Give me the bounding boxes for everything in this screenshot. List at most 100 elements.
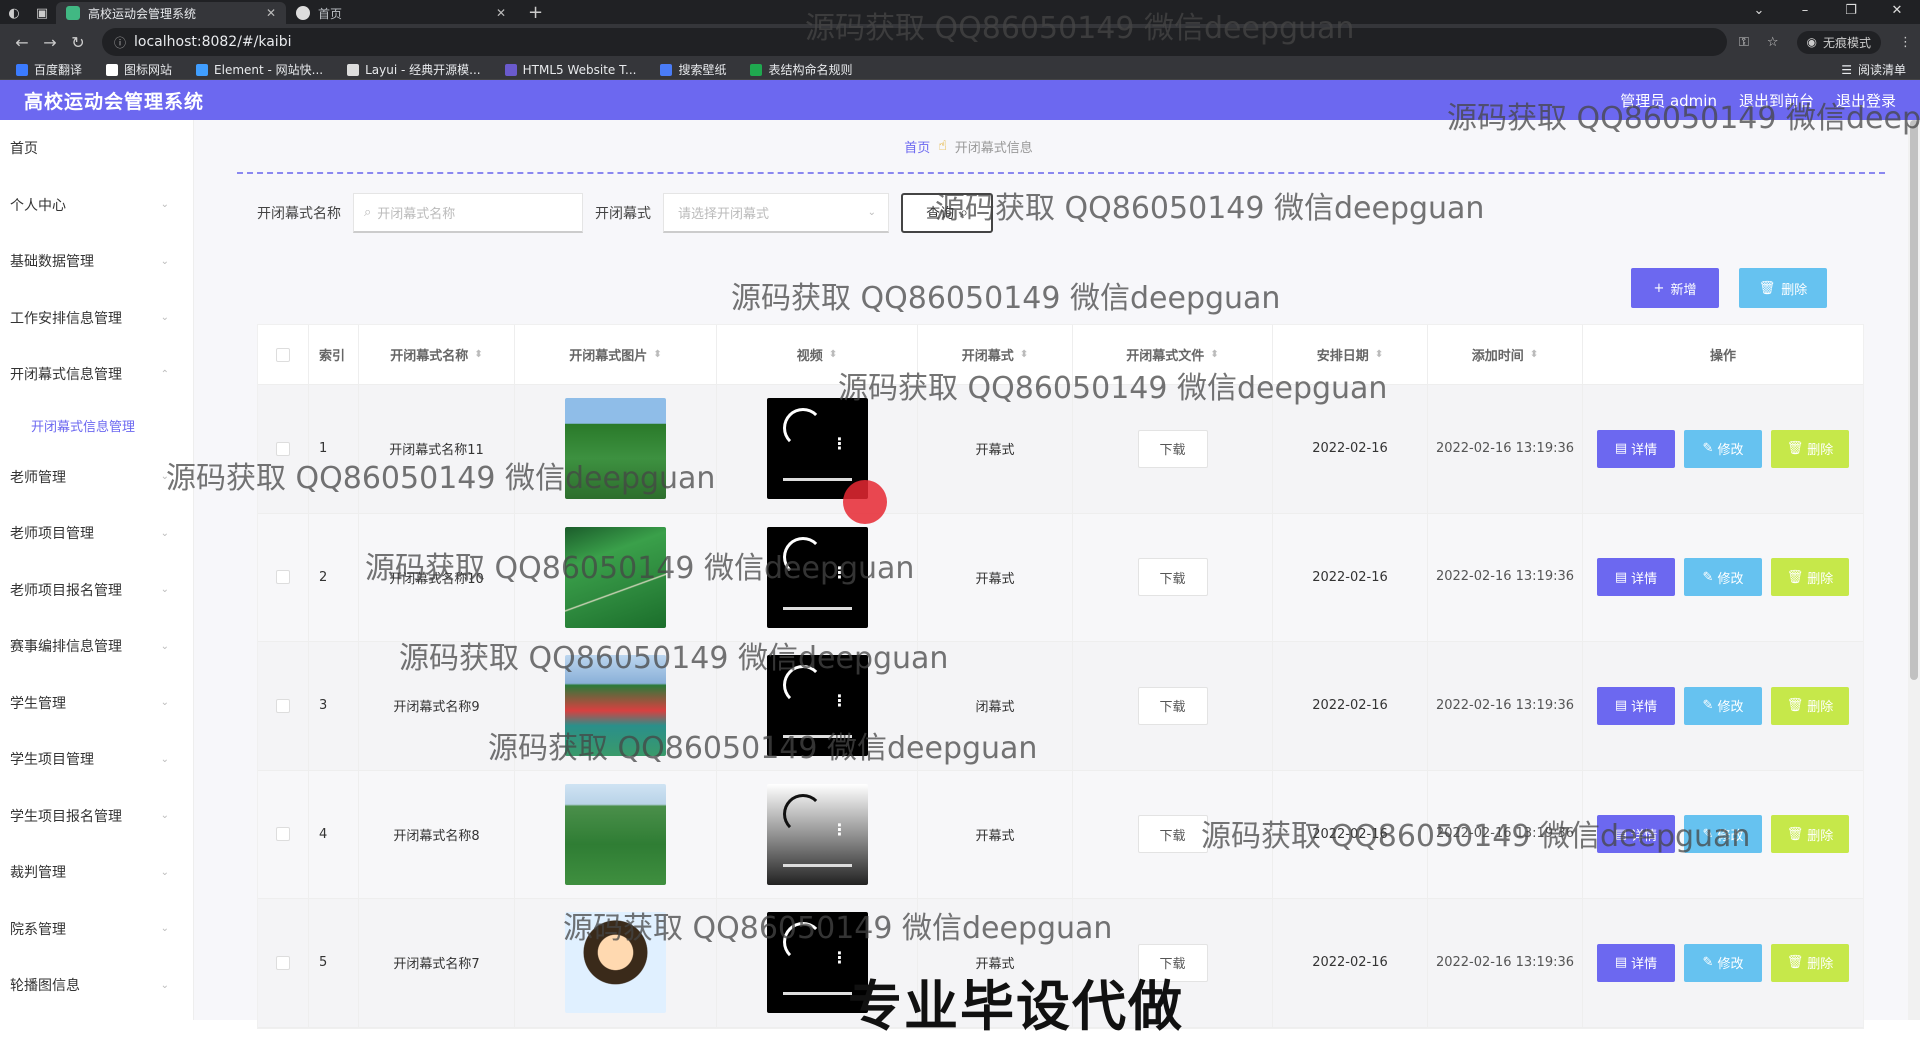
- video-progress-bar[interactable]: [782, 992, 852, 996]
- info-icon[interactable]: ⓘ: [114, 34, 126, 51]
- close-icon[interactable]: ✕: [496, 6, 506, 20]
- close-icon[interactable]: ✕: [266, 6, 276, 20]
- video-player[interactable]: ⋮: [766, 526, 868, 628]
- window-close-icon[interactable]: ✕: [1874, 0, 1920, 24]
- row-checkbox[interactable]: [258, 385, 309, 513]
- sidebar-item-home[interactable]: 首页: [0, 120, 193, 177]
- edit-button[interactable]: ✎ 修改: [1684, 686, 1762, 725]
- more-options-icon[interactable]: ⋮: [832, 948, 848, 967]
- col-file[interactable]: 开闭幕式文件 ⬍: [1073, 325, 1273, 384]
- sidebar-item-ceremony[interactable]: 开闭幕式信息管理 ⌃: [0, 346, 193, 403]
- more-options-icon[interactable]: ⋮: [832, 434, 848, 453]
- add-button[interactable]: + 新增: [1631, 268, 1719, 308]
- sidebar-item-teachers[interactable]: 老师管理 ⌄: [0, 449, 193, 506]
- key-icon[interactable]: ⚿: [1739, 35, 1749, 50]
- video-player[interactable]: ⋮: [766, 655, 868, 757]
- bookmark-item[interactable]: Layui - 经典开源模...: [337, 61, 490, 78]
- delete-button[interactable]: 🗑 删除: [1771, 943, 1849, 982]
- reading-list[interactable]: ☰ 阅读清单: [1841, 61, 1914, 78]
- reload-icon[interactable]: ↻: [64, 33, 92, 52]
- ceremony-thumbnail[interactable]: [565, 783, 666, 885]
- sidebar-item-students[interactable]: 学生管理 ⌄: [0, 675, 193, 732]
- detail-button[interactable]: ▤ 详情: [1597, 943, 1675, 982]
- detail-button[interactable]: ▤ 详情: [1597, 429, 1675, 468]
- delete-button[interactable]: 🗑 删除: [1771, 815, 1849, 854]
- ceremony-thumbnail[interactable]: [565, 526, 666, 628]
- col-image[interactable]: 开闭幕式图片 ⬍: [515, 325, 717, 384]
- row-checkbox[interactable]: [258, 899, 309, 1027]
- row-checkbox[interactable]: [258, 513, 309, 641]
- sidebar-item-student-projects[interactable]: 学生项目管理 ⌄: [0, 731, 193, 788]
- sidebar-item-teacher-signup[interactable]: 老师项目报名管理 ⌄: [0, 562, 193, 619]
- bookmark-item[interactable]: HTML5 Website T...: [495, 63, 647, 77]
- detail-button[interactable]: ▤ 详情: [1597, 686, 1675, 725]
- more-options-icon[interactable]: ⋮: [832, 820, 848, 839]
- sidebar-item-carousel[interactable]: 轮播图信息 ⌄: [0, 957, 193, 1014]
- video-progress-bar[interactable]: [782, 606, 852, 610]
- bookmark-item[interactable]: 图标网站: [96, 61, 182, 78]
- sidebar-item-referees[interactable]: 裁判管理 ⌄: [0, 844, 193, 901]
- video-progress-bar[interactable]: [782, 478, 852, 482]
- ceremony-thumbnail[interactable]: [565, 655, 666, 757]
- sidebar-item-student-signup[interactable]: 学生项目报名管理 ⌄: [0, 788, 193, 845]
- sidebar-item-work-schedule[interactable]: 工作安排信息管理 ⌄: [0, 290, 193, 347]
- ceremony-thumbnail[interactable]: [565, 912, 666, 1014]
- detail-button[interactable]: ▤ 详情: [1597, 815, 1675, 854]
- row-checkbox[interactable]: [258, 642, 309, 770]
- browser-profile-icon[interactable]: ◐: [0, 2, 28, 24]
- download-button[interactable]: 下载: [1137, 558, 1208, 597]
- more-options-icon[interactable]: ⋮: [832, 691, 848, 710]
- tab-search-icon[interactable]: ▣: [28, 2, 56, 24]
- page-scrollbar[interactable]: [1908, 120, 1920, 1020]
- edit-button[interactable]: ✎ 修改: [1684, 943, 1762, 982]
- bookmark-item[interactable]: 百度翻译: [6, 61, 92, 78]
- bookmark-item[interactable]: Element - 网站快...: [186, 61, 333, 78]
- url-input[interactable]: ⓘ localhost:8082/#/kaibi: [102, 28, 1727, 56]
- detail-button[interactable]: ▤ 详情: [1597, 558, 1675, 597]
- bookmark-item[interactable]: 搜索壁纸: [650, 61, 736, 78]
- query-button[interactable]: 查询 ⌕: [901, 193, 993, 233]
- col-type[interactable]: 开闭幕式 ⬍: [918, 325, 1073, 384]
- edit-button[interactable]: ✎ 修改: [1684, 558, 1762, 597]
- type-select[interactable]: 请选择开闭幕式 ⌄: [663, 193, 889, 233]
- exit-to-front-link[interactable]: 退出到前台: [1739, 90, 1814, 111]
- col-video[interactable]: 视频 ⬍: [717, 325, 918, 384]
- sidebar-subitem-ceremony-info[interactable]: 开闭幕式信息管理: [0, 403, 193, 449]
- new-tab-icon[interactable]: +: [516, 2, 555, 24]
- select-all-checkbox[interactable]: [258, 325, 309, 384]
- delete-button[interactable]: 🗑 删除: [1771, 558, 1849, 597]
- edit-button[interactable]: ✎ 修改: [1684, 815, 1762, 854]
- sidebar-item-basic-data[interactable]: 基础数据管理 ⌄: [0, 233, 193, 290]
- logout-link[interactable]: 退出登录: [1836, 90, 1896, 111]
- video-progress-bar[interactable]: [782, 735, 852, 739]
- ceremony-thumbnail[interactable]: [565, 398, 666, 500]
- batch-delete-button[interactable]: 🗑 删除: [1739, 268, 1827, 308]
- tab-list-icon[interactable]: ⌄: [1736, 0, 1782, 24]
- col-date[interactable]: 安排日期 ⬍: [1273, 325, 1428, 384]
- download-button[interactable]: 下载: [1137, 686, 1208, 725]
- minimize-icon[interactable]: –: [1782, 0, 1828, 24]
- col-name[interactable]: 开闭幕式名称 ⬍: [359, 325, 515, 384]
- browser-tab[interactable]: 首页 ✕: [286, 2, 516, 24]
- sidebar-item-event-schedule[interactable]: 赛事编排信息管理 ⌄: [0, 618, 193, 675]
- restore-icon[interactable]: ❐: [1828, 0, 1874, 24]
- browser-tab-active[interactable]: 高校运动会管理系统 ✕: [56, 2, 286, 24]
- delete-button[interactable]: 🗑 删除: [1771, 686, 1849, 725]
- col-added[interactable]: 添加时间 ⬍: [1428, 325, 1583, 384]
- menu-dots-icon[interactable]: ⋮: [1899, 35, 1912, 50]
- edit-button[interactable]: ✎ 修改: [1684, 429, 1762, 468]
- name-search-input[interactable]: ⌕ 开闭幕式名称: [353, 193, 583, 233]
- sidebar-item-teacher-projects[interactable]: 老师项目管理 ⌄: [0, 505, 193, 562]
- forward-icon[interactable]: →: [36, 33, 64, 52]
- breadcrumb-home[interactable]: 首页: [904, 137, 930, 156]
- sidebar-item-profile[interactable]: 个人中心 ⌄: [0, 177, 193, 234]
- download-button[interactable]: 下载: [1137, 429, 1208, 468]
- sidebar-item-departments[interactable]: 院系管理 ⌄: [0, 901, 193, 958]
- video-player[interactable]: ⋮: [766, 783, 868, 885]
- video-progress-bar[interactable]: [782, 863, 852, 867]
- star-icon[interactable]: ☆: [1767, 35, 1779, 50]
- delete-button[interactable]: 🗑 删除: [1771, 429, 1849, 468]
- row-checkbox[interactable]: [258, 770, 309, 898]
- bookmark-item[interactable]: 表结构命名规则: [740, 61, 862, 78]
- back-icon[interactable]: ←: [8, 33, 36, 52]
